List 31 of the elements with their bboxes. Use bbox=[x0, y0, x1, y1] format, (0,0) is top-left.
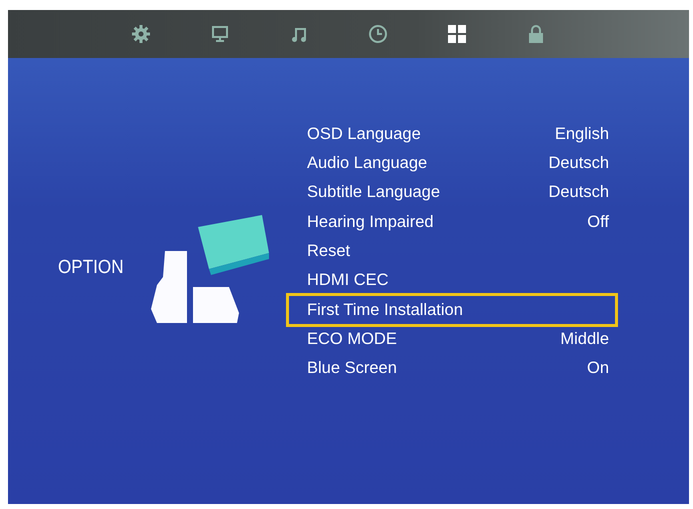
lock-icon bbox=[528, 25, 544, 43]
setting-value: Deutsch bbox=[548, 183, 609, 202]
menu-item[interactable]: ECO MODE Middle bbox=[278, 325, 624, 354]
menu-item[interactable]: HDMI CEC bbox=[278, 266, 624, 296]
setting-value: Off bbox=[587, 212, 609, 232]
setting-value: Deutsch bbox=[548, 154, 609, 174]
menu-item[interactable]: Hearing Impaired Off bbox=[278, 208, 624, 237]
section-title: OPTION bbox=[58, 257, 124, 279]
menu-item[interactable]: Reset bbox=[278, 236, 624, 266]
setting-value: On bbox=[586, 359, 609, 378]
clock-icon bbox=[368, 24, 388, 44]
menu-item[interactable]: Audio Language Deutsch bbox=[278, 149, 624, 178]
setting-label: HDMI CEC bbox=[307, 271, 389, 290]
menu-item[interactable]: First Time Installation bbox=[286, 293, 618, 328]
grid-icon bbox=[447, 24, 467, 44]
setting-label: First Time Installation bbox=[307, 300, 463, 320]
setting-label: ECO MODE bbox=[307, 330, 397, 350]
gear-icon bbox=[131, 24, 151, 44]
music-note-icon bbox=[290, 25, 308, 43]
setting-value: Middle bbox=[560, 330, 609, 350]
setting-label: Hearing Impaired bbox=[307, 212, 434, 232]
menu-item[interactable]: Blue Screen On bbox=[278, 354, 624, 384]
setting-label: Reset bbox=[307, 242, 350, 261]
setting-value: English bbox=[554, 125, 609, 144]
setting-label: Subtitle Language bbox=[307, 183, 440, 202]
menu-item[interactable]: OSD Language English bbox=[278, 120, 624, 150]
menu-item[interactable]: Subtitle Language Deutsch bbox=[278, 178, 624, 208]
monitor-icon bbox=[211, 25, 229, 43]
setting-label: Audio Language bbox=[307, 154, 428, 174]
setting-label: Blue Screen bbox=[307, 359, 397, 378]
setting-label: OSD Language bbox=[307, 125, 421, 144]
